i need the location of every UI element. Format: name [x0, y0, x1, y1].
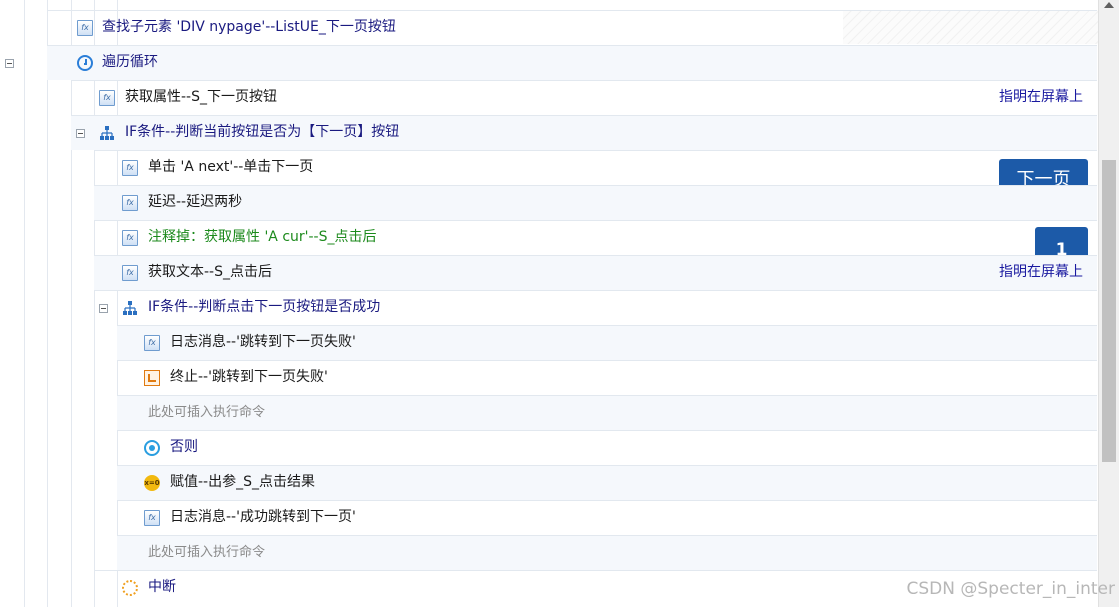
command-row-if-success[interactable]: IF条件--判断点击下一页按钮是否成功: [94, 290, 1097, 325]
fx-icon: fx: [122, 160, 138, 176]
tree-guide-line: [47, 0, 48, 607]
command-label: 获取文本--S_点击后: [148, 264, 272, 280]
watermark: CSDN @Specter_in_inter: [906, 579, 1115, 599]
command-label: 延迟--延迟两秒: [148, 194, 243, 210]
command-label: 中断: [148, 579, 176, 595]
page-number-preview: 1: [1035, 227, 1088, 255]
else-icon: [144, 440, 160, 456]
command-label: 获取属性--S_下一页按钮: [125, 89, 277, 105]
stop-icon: [144, 370, 160, 386]
next-page-preview-text: 下一页: [1016, 169, 1071, 185]
scroll-up-arrow-icon[interactable]: [1104, 2, 1114, 8]
locate-on-screen-link[interactable]: 指明在屏幕上: [999, 80, 1083, 115]
command-row-if-next-button[interactable]: IF条件--判断当前按钮是否为【下一页】按钮: [71, 115, 1097, 150]
command-label: 否则: [170, 439, 198, 455]
loop-icon: [77, 55, 93, 71]
command-label: 查找子元素 'DIV nypage'--ListUE_下一页按钮: [102, 19, 396, 35]
command-row-delay[interactable]: fx 延迟--延迟两秒: [94, 185, 1097, 220]
command-row-commented-out[interactable]: fx 注释掉：获取属性 'A cur'--S_点击后: [94, 220, 1097, 255]
command-row-get-text[interactable]: fx 获取文本--S_点击后 指明在屏幕上: [94, 255, 1097, 290]
collapse-toggle[interactable]: [5, 59, 14, 68]
command-label: 注释掉：获取属性 'A cur'--S_点击后: [148, 229, 377, 245]
fx-icon: fx: [122, 230, 138, 246]
fx-icon: fx: [77, 20, 93, 36]
page-number-preview-text: 1: [1055, 240, 1068, 255]
tree-guide-line: [24, 0, 25, 607]
next-page-button-preview: 下一页: [999, 159, 1088, 185]
command-row-assign[interactable]: x=0 赋值--出参_S_点击结果: [117, 465, 1097, 500]
command-label: 日志消息--'跳转到下一页失败': [170, 334, 356, 350]
fx-icon: fx: [144, 335, 160, 351]
condition-tree-icon: [99, 125, 115, 141]
scroll-thumb[interactable]: [1102, 160, 1116, 462]
insert-command-placeholder[interactable]: 此处可插入执行命令: [117, 535, 1097, 570]
placeholder-label: 此处可插入执行命令: [148, 545, 266, 560]
fx-icon: fx: [122, 195, 138, 211]
placeholder-label: 此处可插入执行命令: [148, 405, 266, 420]
command-row-terminate[interactable]: 终止--'跳转到下一页失败': [117, 360, 1097, 395]
command-label: 终止--'跳转到下一页失败': [170, 369, 328, 385]
command-row-click-next[interactable]: fx 单击 'A next'--单击下一页: [94, 150, 1097, 185]
break-icon: [122, 580, 138, 596]
locate-on-screen-link[interactable]: 指明在屏幕上: [999, 255, 1083, 290]
fx-icon: fx: [99, 90, 115, 106]
fx-icon: fx: [122, 265, 138, 281]
command-label: 遍历循环: [102, 54, 158, 70]
collapse-toggle[interactable]: [99, 304, 108, 313]
fx-icon: fx: [144, 510, 160, 526]
command-label: 单击 'A next'--单击下一页: [148, 159, 314, 175]
command-row-else[interactable]: 否则: [117, 430, 1097, 465]
insert-command-placeholder[interactable]: 此处可插入执行命令: [117, 395, 1097, 430]
command-row-loop[interactable]: 遍历循环: [5, 45, 1097, 80]
command-label: 赋值--出参_S_点击结果: [170, 474, 315, 490]
command-row-find-child[interactable]: fx 查找子元素 'DIV nypage'--ListUE_下一页按钮: [47, 10, 1097, 45]
command-label: IF条件--判断当前按钮是否为【下一页】按钮: [125, 124, 400, 140]
collapse-toggle[interactable]: [76, 129, 85, 138]
command-row-log-fail[interactable]: fx 日志消息--'跳转到下一页失败': [117, 325, 1097, 360]
command-row-log-success[interactable]: fx 日志消息--'成功跳转到下一页': [117, 500, 1097, 535]
command-label: IF条件--判断点击下一页按钮是否成功: [148, 299, 381, 315]
condition-tree-icon: [122, 300, 138, 316]
vertical-scrollbar[interactable]: [1098, 0, 1119, 607]
command-label: 日志消息--'成功跳转到下一页': [170, 509, 356, 525]
command-row-get-attribute[interactable]: fx 获取属性--S_下一页按钮 指明在屏幕上: [71, 80, 1097, 115]
assign-icon: x=0: [144, 475, 160, 491]
